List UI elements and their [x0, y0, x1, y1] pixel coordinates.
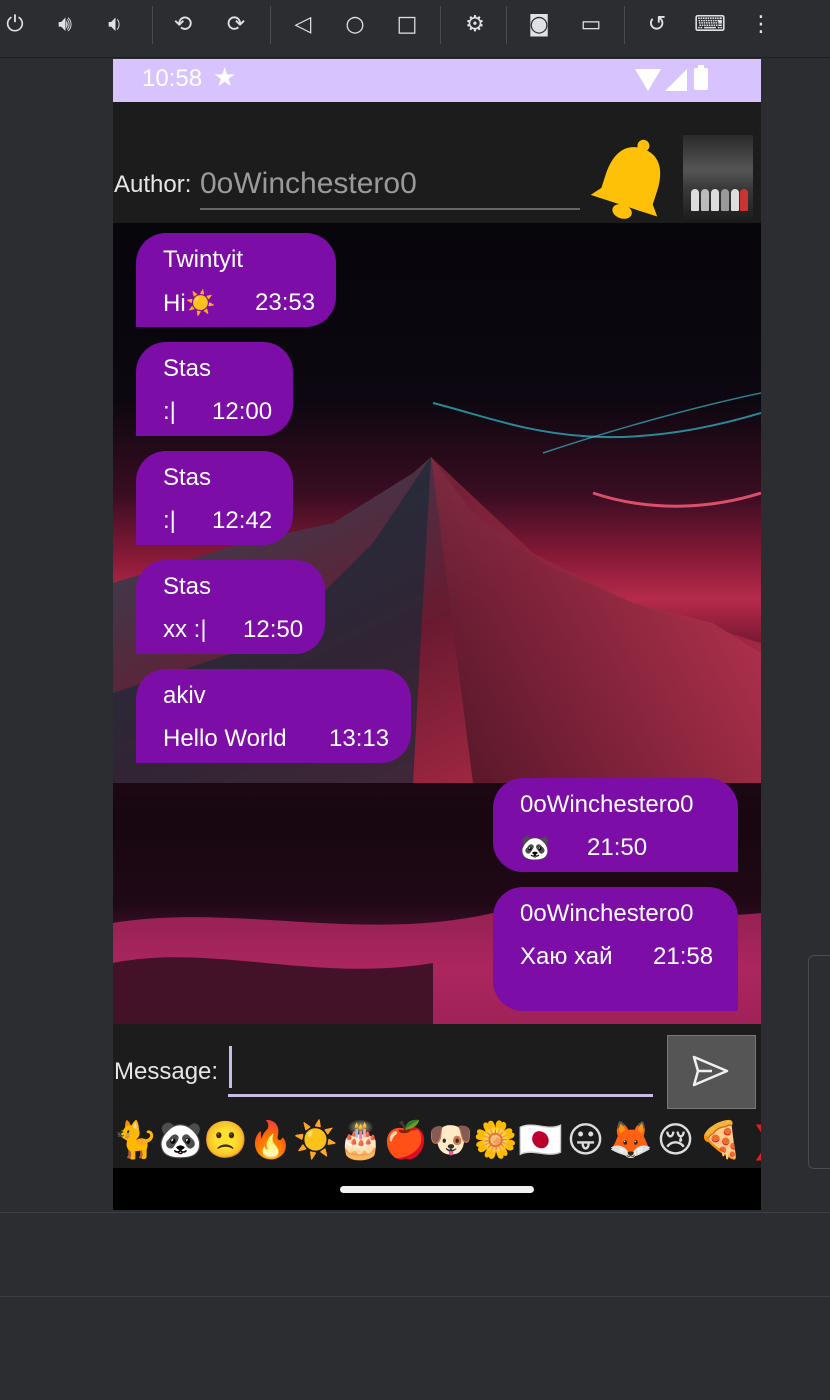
- screenshot-icon[interactable]: ◙: [524, 10, 554, 40]
- author-input[interactable]: [200, 160, 580, 210]
- message-time: 13:13: [329, 725, 390, 752]
- chat-list[interactable]: Twintyit Hi☀️ 23:53 Stas :| 12:00 Stas :…: [113, 223, 761, 1024]
- message-composer: Message:: [113, 1024, 761, 1114]
- message-author: 0oWinchestero0: [520, 791, 694, 818]
- message-text: Hi☀️: [163, 290, 216, 317]
- text-caret: [229, 1046, 232, 1088]
- volume-down-icon[interactable]: 🔉︎: [100, 10, 130, 40]
- emoji-button[interactable]: 🎂: [338, 1114, 383, 1168]
- emoji-button[interactable]: 😢: [653, 1114, 698, 1168]
- snapshot-icon[interactable]: ↺: [642, 10, 672, 40]
- author-label: Author:: [114, 171, 192, 198]
- emoji-button[interactable]: 🍕: [698, 1114, 743, 1168]
- message-bubble[interactable]: Stas :| 12:00: [136, 342, 293, 436]
- emoji-next-icon[interactable]: ❯: [743, 1114, 761, 1168]
- emoji-button[interactable]: 🙁: [203, 1114, 248, 1168]
- emoji-button[interactable]: 🦊: [608, 1114, 653, 1168]
- power-icon[interactable]: ⏻: [0, 10, 30, 40]
- volume-up-icon[interactable]: 🔊︎: [50, 10, 80, 40]
- message-author: Stas: [163, 464, 212, 491]
- message-bubble[interactable]: 0oWinchestero0 Хаю хай 21:58: [493, 887, 738, 1011]
- emoji-button[interactable]: 🐶: [428, 1114, 473, 1168]
- message-time: 12:00: [212, 398, 273, 425]
- emoji-bar: 🐈🐼🙁🔥☀️🎂🍎🐶🌼🇯🇵😛🦊😢🍕❯: [113, 1114, 761, 1168]
- avatar[interactable]: [683, 135, 753, 223]
- wifi-icon: [635, 69, 661, 91]
- message-text: :|: [163, 507, 176, 534]
- message-time: 12:42: [212, 507, 273, 534]
- rotate-right-icon[interactable]: ⟳: [221, 10, 251, 40]
- emoji-button[interactable]: 😛: [563, 1114, 608, 1168]
- send-button[interactable]: [667, 1035, 756, 1109]
- emoji-button[interactable]: 🌼: [473, 1114, 518, 1168]
- phone-screen: 10:58 ★ Author: 0oWinchestero0 Twintyit …: [113, 59, 761, 1210]
- screen-record-icon[interactable]: ▭: [576, 10, 606, 40]
- device-settings-icon[interactable]: ⚙: [460, 10, 490, 40]
- message-label: Message:: [114, 1058, 219, 1085]
- signal-icon: [665, 69, 687, 91]
- emoji-button[interactable]: ☀️: [293, 1114, 338, 1168]
- navigation-bar: [113, 1168, 761, 1210]
- back-icon[interactable]: ◁: [288, 10, 318, 40]
- keyboard-icon[interactable]: ⌨: [694, 10, 726, 40]
- message-time: 12:50: [243, 616, 304, 643]
- side-panel-widget[interactable]: [808, 955, 830, 1169]
- message-bubble[interactable]: Stas :| 12:42: [136, 451, 293, 545]
- status-time: 10:58: [142, 65, 203, 92]
- message-text: Hello World: [163, 725, 287, 752]
- status-icons: [635, 65, 715, 94]
- overview-icon[interactable]: □: [392, 10, 422, 40]
- message-bubble[interactable]: 0oWinchestero0 🐼 21:50: [493, 778, 738, 872]
- message-author: 0oWinchestero0: [520, 900, 694, 927]
- message-author: akiv: [163, 682, 206, 709]
- more-icon[interactable]: ⋮: [746, 10, 776, 40]
- message-bubble[interactable]: Stas xx :| 12:50: [136, 560, 325, 654]
- home-icon[interactable]: ○: [340, 10, 370, 40]
- message-time: 23:53: [255, 289, 316, 316]
- send-icon: [692, 1055, 729, 1087]
- battery-icon: [694, 65, 708, 90]
- message-time: 21:58: [653, 943, 714, 970]
- message-text: xx :|: [163, 616, 207, 643]
- emoji-button[interactable]: 🍎: [383, 1114, 428, 1168]
- message-text: Хаю хай: [520, 943, 613, 970]
- message-text: 🐼: [520, 835, 550, 862]
- message-bubble[interactable]: akiv Hello World 13:13: [136, 669, 411, 763]
- home-gesture-handle[interactable]: [340, 1186, 534, 1193]
- message-time: 21:50: [587, 834, 648, 861]
- emulator-toolbar: ⏻ 🔊︎ 🔉︎ ⟲ ⟳ ◁ ○ □ ⚙ ◙ ▭ ↺ ⌨ ⋮: [0, 0, 830, 50]
- panel-divider: [0, 1296, 830, 1297]
- message-author: Twintyit: [163, 246, 244, 273]
- emoji-button[interactable]: 🔥: [248, 1114, 293, 1168]
- rotate-left-icon[interactable]: ⟲: [168, 10, 198, 40]
- message-text: :|: [163, 398, 176, 425]
- emoji-button[interactable]: 🇯🇵: [518, 1114, 563, 1168]
- status-bar: 10:58 ★: [113, 59, 761, 102]
- emoji-button[interactable]: 🐈: [113, 1114, 158, 1168]
- message-author: Stas: [163, 573, 212, 600]
- message-author: Stas: [163, 355, 212, 382]
- star-icon: ★: [213, 63, 237, 93]
- toolbar-divider: [0, 57, 830, 58]
- message-input[interactable]: [228, 1044, 653, 1097]
- emoji-button[interactable]: 🐼: [158, 1114, 203, 1168]
- panel-divider: [0, 1212, 830, 1213]
- bell-icon[interactable]: [589, 135, 675, 227]
- message-bubble[interactable]: Twintyit Hi☀️ 23:53: [136, 233, 336, 327]
